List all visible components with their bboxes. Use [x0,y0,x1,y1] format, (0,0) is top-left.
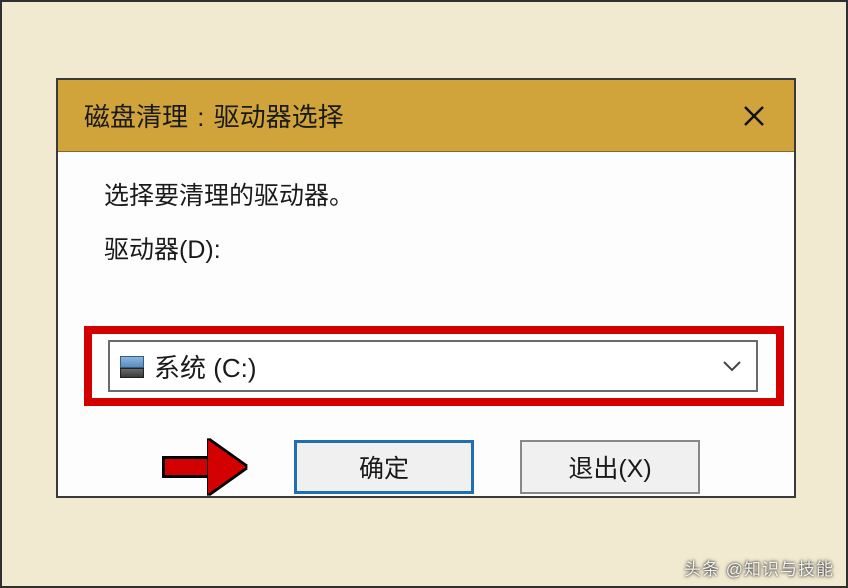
drive-select[interactable]: 系统 (C:) [108,340,758,392]
disk-cleanup-dialog: 磁盘清理 : 驱动器选择 选择要清理的驱动器。 驱动器(D): 系统 (C:) [56,78,796,498]
ok-button[interactable]: 确定 [294,440,474,494]
screenshot-canvas: 磁盘清理 : 驱动器选择 选择要清理的驱动器。 驱动器(D): 系统 (C:) [0,0,848,588]
exit-button[interactable]: 退出(X) [520,440,700,494]
titlebar[interactable]: 磁盘清理 : 驱动器选择 [58,80,794,152]
watermark-text: 头条 @知识与技能 [684,555,834,580]
button-row: 确定 退出(X) [58,440,794,494]
close-icon[interactable] [734,96,774,136]
drive-select-value: 系统 (C:) [154,348,722,385]
annotation-arrow-icon [158,442,248,492]
dialog-title: 磁盘清理 : 驱动器选择 [84,97,344,134]
dialog-body: 选择要清理的驱动器。 驱动器(D): [58,152,794,266]
chevron-down-icon [722,355,742,378]
drive-icon [120,354,144,378]
drive-label: 驱动器(D): [104,230,764,266]
instruction-text: 选择要清理的驱动器。 [104,176,764,212]
